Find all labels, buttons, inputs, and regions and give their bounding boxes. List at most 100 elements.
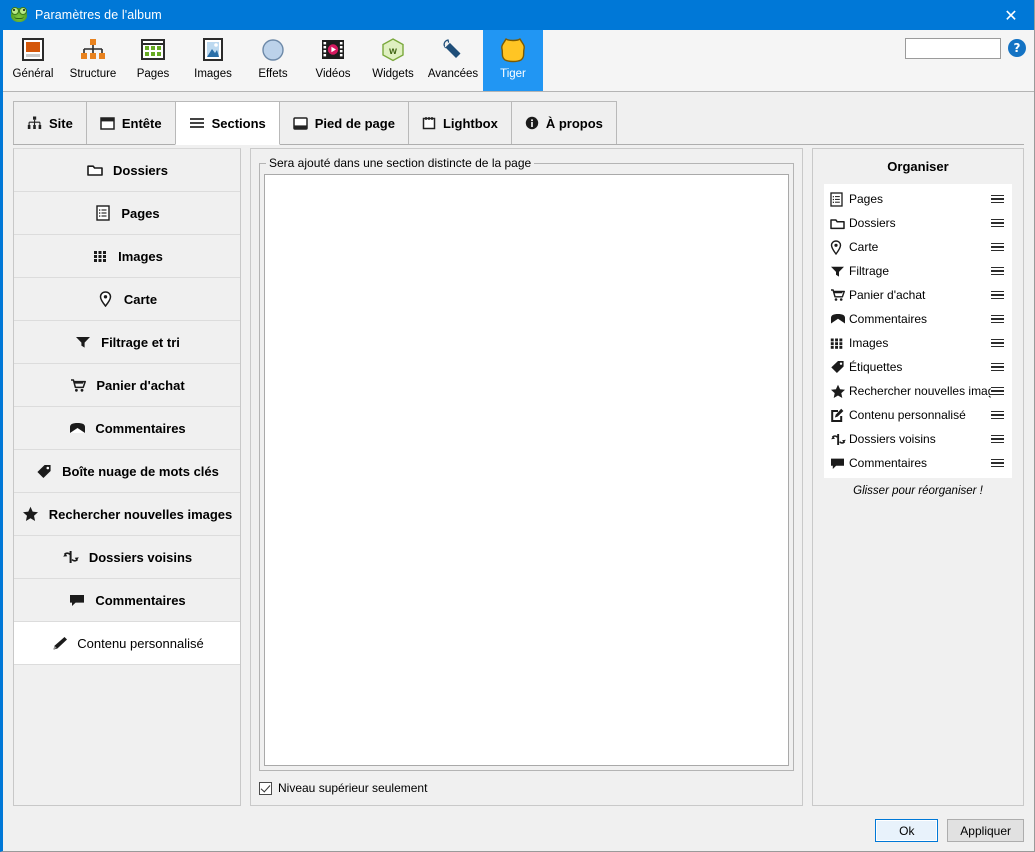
toolbar-item-videos[interactable]: Vidéos	[303, 30, 363, 91]
drag-handle-icon[interactable]	[991, 386, 1004, 396]
tab-label: Pied de page	[314, 115, 395, 131]
toolbar-item-pages[interactable]: Pages	[123, 30, 183, 91]
footer-icon	[293, 116, 308, 130]
page-icon	[830, 191, 849, 207]
toolbar-label: Tiger	[500, 68, 526, 80]
toolbar-label: Pages	[136, 68, 170, 80]
funnel-icon	[830, 265, 849, 278]
sidebar-item-panier-dachat[interactable]: Panier d'achat	[14, 364, 240, 407]
toolbar-item-tiger[interactable]: Tiger	[483, 30, 543, 91]
drag-handle-icon[interactable]	[991, 458, 1004, 468]
hamburger-icon	[189, 116, 205, 130]
content-area: Dossiers Pages Images Carte Filtrage et …	[13, 148, 1024, 806]
apply-button[interactable]: Appliquer	[947, 819, 1024, 842]
header-icon	[100, 116, 115, 130]
sidebar-item-boite-nuage-de-mots-cles[interactable]: Boîte nuage de mots clés	[14, 450, 240, 493]
sidebar-item-label: Boîte nuage de mots clés	[62, 463, 219, 479]
organiser-item-contenu-personnalise[interactable]: Contenu personnalisé	[824, 403, 1012, 427]
top-level-only-checkbox[interactable]	[259, 781, 272, 795]
organiser-hint: Glisser pour réorganiser !	[853, 485, 983, 497]
ok-button[interactable]: Ok	[875, 819, 939, 842]
sidebar-item-pages[interactable]: Pages	[14, 192, 240, 235]
organiser-item-filtrage[interactable]: Filtrage	[824, 259, 1012, 283]
help-icon[interactable]: ?	[1008, 39, 1026, 57]
organiser-panel: Organiser Pages Dossiers Carte Filtrage …	[812, 148, 1024, 806]
sidebar-item-carte[interactable]: Carte	[14, 278, 240, 321]
sidebar-item-rechercher-nouvelles-images[interactable]: Rechercher nouvelles images	[14, 493, 240, 536]
organiser-title: Organiser	[887, 159, 949, 174]
sidebar-item-commentaires-speech[interactable]: Commentaires	[14, 579, 240, 622]
speech-icon	[830, 457, 849, 470]
organiser-item-panier-dachat[interactable]: Panier d'achat	[824, 283, 1012, 307]
organiser-list: Pages Dossiers Carte Filtrage Panier d'a…	[824, 184, 1012, 478]
sidebar-item-label: Panier d'achat	[96, 377, 185, 393]
toolbar-item-widgets[interactable]: w Widgets	[363, 30, 423, 91]
toolbar-item-effets[interactable]: Effets	[243, 30, 303, 91]
tab-label: Sections	[211, 115, 266, 131]
drag-handle-icon[interactable]	[991, 338, 1004, 348]
drag-handle-icon[interactable]	[991, 290, 1004, 300]
toolbar-item-structure[interactable]: Structure	[63, 30, 123, 91]
organiser-item-label: Filtrage	[849, 264, 890, 278]
pencil-icon	[50, 636, 68, 651]
organiser-item-dossiers[interactable]: Dossiers	[824, 211, 1012, 235]
tab-a-propos[interactable]: À propos	[510, 101, 617, 145]
tab-label: À propos	[545, 115, 603, 131]
tab-lightbox[interactable]: Lightbox	[407, 101, 512, 145]
cart-icon	[69, 378, 87, 393]
tab-label: Site	[49, 115, 73, 131]
svg-text:w: w	[388, 46, 397, 57]
sidebar-item-commentaires-mail[interactable]: Commentaires	[14, 407, 240, 450]
toolbar-item-avancees[interactable]: Avancées	[423, 30, 483, 91]
section-list-sidebar: Dossiers Pages Images Carte Filtrage et …	[13, 148, 241, 806]
custom-content-editor[interactable]	[264, 174, 789, 766]
tab-entete[interactable]: Entête	[85, 101, 176, 145]
organiser-item-carte[interactable]: Carte	[824, 235, 1012, 259]
organiser-item-label: Dossiers	[849, 216, 896, 230]
circle-icon	[261, 35, 285, 65]
organiser-item-dossiers-voisins[interactable]: Dossiers voisins	[824, 427, 1012, 451]
organiser-item-etiquettes[interactable]: Étiquettes	[824, 355, 1012, 379]
sidebar-item-label: Commentaires	[95, 420, 186, 436]
organiser-item-label: Carte	[849, 240, 879, 254]
drag-handle-icon[interactable]	[991, 194, 1004, 204]
organiser-item-label: Rechercher nouvelles images	[849, 384, 991, 398]
drag-handle-icon[interactable]	[991, 242, 1004, 252]
search-box[interactable]	[905, 38, 1035, 59]
toolbar-item-general[interactable]: Général	[3, 30, 63, 91]
organiser-item-rechercher-nouvelles-images[interactable]: Rechercher nouvelles images	[824, 379, 1012, 403]
organiser-item-commentaires-mail[interactable]: Commentaires	[824, 307, 1012, 331]
organiser-item-commentaires-speech[interactable]: Commentaires	[824, 451, 1012, 475]
sidebar-item-dossiers-voisins[interactable]: Dossiers voisins	[14, 536, 240, 579]
close-icon[interactable]: ✕	[988, 0, 1034, 30]
sidebar-item-dossiers[interactable]: Dossiers	[14, 149, 240, 192]
window-title: Paramètres de l'album	[35, 8, 162, 22]
speech-icon	[68, 593, 86, 607]
drag-handle-icon[interactable]	[991, 266, 1004, 276]
drag-handle-icon[interactable]	[991, 314, 1004, 324]
organiser-item-label: Panier d'achat	[849, 288, 926, 302]
toolbar-item-images[interactable]: Images	[183, 30, 243, 91]
tab-sections[interactable]: Sections	[174, 101, 280, 145]
organiser-item-pages[interactable]: Pages	[824, 187, 1012, 211]
folder-icon	[830, 217, 849, 230]
toolbar-label: Effets	[258, 68, 288, 80]
tab-site[interactable]: Site	[13, 101, 87, 145]
toolbar-label: Avancées	[427, 68, 479, 80]
drag-handle-icon[interactable]	[991, 410, 1004, 420]
sidebar-item-images[interactable]: Images	[14, 235, 240, 278]
drag-handle-icon[interactable]	[991, 362, 1004, 372]
title-bar: Paramètres de l'album ✕	[3, 0, 1034, 30]
sidebar-item-filtrage-et-tri[interactable]: Filtrage et tri	[14, 321, 240, 364]
sidebar-item-contenu-personnalise[interactable]: Contenu personnalisé	[14, 622, 240, 665]
drag-handle-icon[interactable]	[991, 218, 1004, 228]
organiser-item-label: Images	[849, 336, 889, 350]
organiser-item-images[interactable]: Images	[824, 331, 1012, 355]
info-icon	[525, 116, 539, 130]
toolbar-label: Structure	[69, 68, 117, 80]
star-icon	[830, 384, 849, 399]
tab-pied-de-page[interactable]: Pied de page	[278, 101, 409, 145]
top-level-only-row[interactable]: Niveau supérieur seulement	[259, 781, 794, 795]
drag-handle-icon[interactable]	[991, 434, 1004, 444]
organiser-item-label: Dossiers voisins	[849, 432, 936, 446]
